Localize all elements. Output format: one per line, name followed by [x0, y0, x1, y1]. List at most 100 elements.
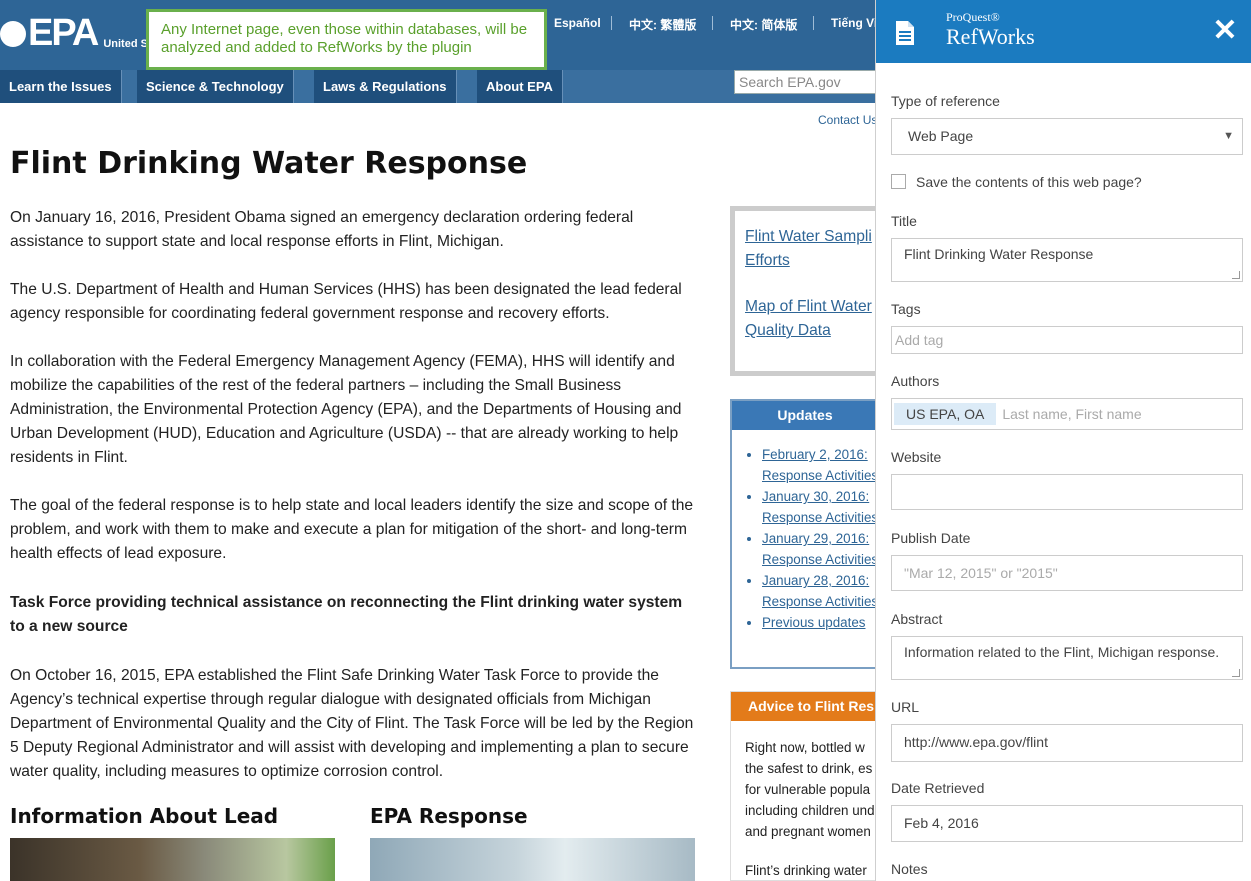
authors-label: Authors [891, 373, 940, 389]
document-icon [896, 21, 914, 45]
update-date: January 30, 2016: [762, 489, 870, 504]
epa-flower-icon [0, 21, 26, 47]
divider [611, 16, 612, 30]
epa-logo-subtitle: United St [103, 38, 152, 50]
advice-line: and pregnant women [745, 824, 871, 839]
advice-title: Advice to Flint Res [731, 692, 879, 721]
abstract-label: Abstract [891, 611, 943, 627]
language-link-traditional-chinese[interactable]: 中文: 繁體版 [629, 16, 696, 32]
update-link[interactable]: February 2, 2016: Response Activities [762, 444, 878, 486]
lead-faucet-image[interactable] [10, 838, 335, 881]
link-flint-water-quality-map[interactable]: Map of Flint Water Quality Data [745, 295, 872, 343]
refworks-panel: ProQuest® RefWorks ✕ Type of reference W… [875, 0, 1251, 881]
epa-logo-text: EPA [28, 12, 99, 54]
plugin-tooltip: Any Internet page, even those within dat… [146, 9, 547, 70]
related-links-box: Flint Water Sampli Efforts Map of Flint W… [730, 206, 880, 376]
epa-response-image[interactable] [370, 838, 695, 881]
advice-line: Flint’s drinking water [745, 863, 867, 878]
website-input[interactable] [891, 474, 1243, 510]
paragraph: On October 16, 2015, EPA established the… [10, 667, 694, 780]
author-chip[interactable]: US EPA, OA [894, 403, 997, 425]
title-value: Flint Drinking Water Response [904, 246, 1094, 262]
tags-label: Tags [891, 301, 921, 317]
title-label: Title [891, 213, 917, 229]
advice-box: Advice to Flint Res Right now, bottled w… [730, 691, 880, 881]
tags-input[interactable]: Add tag [891, 326, 1243, 354]
search-input[interactable]: Search EPA.gov [734, 70, 879, 94]
language-link-simplified-chinese[interactable]: 中文: 简体版 [730, 16, 797, 32]
section-title-lead[interactable]: Information About Lead [10, 804, 278, 828]
nav-learn-the-issues[interactable]: Learn the Issues [0, 70, 122, 103]
title-field[interactable]: Flint Drinking Water Response [891, 238, 1243, 282]
update-text: Response Activities [762, 552, 879, 567]
previous-updates-link[interactable]: Previous updates [762, 612, 878, 633]
section-subheading: Task Force providing technical assistanc… [10, 594, 683, 635]
type-of-reference-label: Type of reference [891, 93, 1000, 109]
link-text: Map of Flint Water [745, 298, 872, 315]
update-text: Response Activities [762, 468, 879, 483]
link-text: Quality Data [745, 322, 831, 339]
date-retrieved-input[interactable]: Feb 4, 2016 [891, 805, 1243, 842]
update-link[interactable]: January 29, 2016: Response Activities [762, 528, 878, 570]
link-text: Flint Water Sampli [745, 228, 872, 245]
publish-date-label: Publish Date [891, 530, 971, 546]
divider [712, 16, 713, 30]
update-date: January 29, 2016: [762, 531, 870, 546]
nav-laws-regulations[interactable]: Laws & Regulations [314, 70, 457, 103]
section-title-epa-response[interactable]: EPA Response [370, 804, 528, 828]
paragraph: In collaboration with the Federal Emerge… [10, 353, 682, 466]
resize-handle[interactable] [1232, 271, 1240, 279]
publish-date-placeholder: "Mar 12, 2015" or "2015" [904, 565, 1058, 581]
advice-line: the safest to drink, es [745, 761, 873, 776]
authors-placeholder: Last name, First name [1002, 406, 1142, 422]
dropdown-arrow-icon: ▼ [1223, 130, 1234, 142]
save-contents-label: Save the contents of this web page? [916, 174, 1142, 190]
paragraph: On January 16, 2016, President Obama sig… [10, 209, 634, 250]
paragraph: The U.S. Department of Health and Human … [10, 281, 682, 322]
abstract-value: Information related to the Flint, Michig… [904, 644, 1220, 660]
updates-title: Updates [732, 401, 878, 430]
date-retrieved-label: Date Retrieved [891, 780, 985, 796]
nav-science-technology[interactable]: Science & Technology [137, 70, 294, 103]
url-input[interactable]: http://www.epa.gov/flint [891, 724, 1243, 762]
close-icon[interactable]: ✕ [1212, 16, 1238, 46]
update-link[interactable]: January 30, 2016: Response Activities [762, 486, 878, 528]
website-label: Website [891, 449, 942, 465]
page-title: Flint Drinking Water Response [10, 146, 528, 181]
link-text: Efforts [745, 252, 790, 269]
epa-logo[interactable]: EPA United St [0, 14, 152, 52]
link-flint-water-sampling[interactable]: Flint Water Sampli Efforts [745, 225, 872, 273]
type-of-reference-select[interactable]: Web Page ▼ [891, 118, 1243, 155]
resize-handle[interactable] [1232, 669, 1240, 677]
updates-box: Updates February 2, 2016: Response Activi… [730, 399, 880, 669]
contact-us-link[interactable]: Contact Us [818, 113, 877, 127]
proquest-label: ProQuest® [946, 10, 1000, 24]
tags-placeholder: Add tag [895, 332, 944, 348]
language-link-vietnamese[interactable]: Tiếng Vi [831, 16, 877, 32]
advice-line: including children und [745, 803, 875, 818]
update-date: February 2, 2016: [762, 447, 868, 462]
advice-line: Right now, bottled w [745, 740, 865, 755]
refworks-name: RefWorks [946, 24, 1035, 49]
advice-line: for vulnerable popula [745, 782, 871, 797]
url-value: http://www.epa.gov/flint [904, 734, 1048, 750]
abstract-field[interactable]: Information related to the Flint, Michig… [891, 636, 1243, 680]
nav-about-epa[interactable]: About EPA [477, 70, 563, 103]
notes-label: Notes [891, 861, 928, 877]
update-date: January 28, 2016: [762, 573, 870, 588]
publish-date-input[interactable]: "Mar 12, 2015" or "2015" [891, 555, 1243, 591]
type-of-reference-value: Web Page [908, 128, 974, 144]
refworks-header: ProQuest® RefWorks ✕ [876, 0, 1251, 63]
refworks-logo: ProQuest® RefWorks [946, 10, 1035, 50]
update-text: Response Activities [762, 510, 879, 525]
save-contents-checkbox[interactable] [891, 174, 906, 189]
url-label: URL [891, 699, 920, 715]
update-date: Previous updates [762, 615, 866, 630]
date-retrieved-value: Feb 4, 2016 [904, 815, 979, 831]
paragraph: The goal of the federal response is to h… [10, 497, 694, 562]
update-text: Response Activities [762, 594, 879, 609]
authors-field[interactable]: US EPA, OA Last name, First name [891, 398, 1243, 430]
update-link[interactable]: January 28, 2016: Response Activities [762, 570, 878, 612]
language-link-espanol[interactable]: Español [554, 16, 601, 32]
divider [813, 16, 814, 30]
